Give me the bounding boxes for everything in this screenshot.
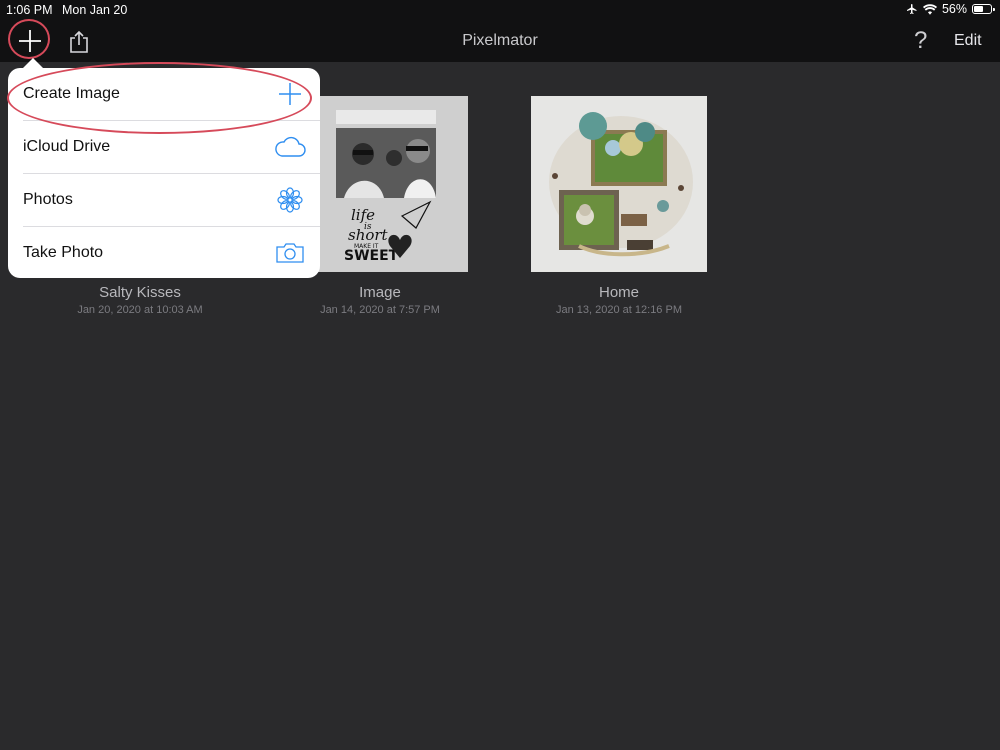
status-time: 1:06 PM bbox=[6, 3, 53, 17]
menu-item-photos[interactable]: Photos bbox=[8, 174, 320, 226]
status-date: Mon Jan 20 bbox=[62, 3, 128, 17]
annotation-ellipse bbox=[7, 62, 312, 134]
status-bar: 1:06 PM Mon Jan 20 56% bbox=[0, 0, 1000, 20]
edit-button[interactable]: Edit bbox=[954, 32, 982, 50]
page-title: Pixelmator bbox=[462, 32, 538, 49]
wifi-icon bbox=[922, 3, 937, 15]
thumb-text-short: short bbox=[348, 226, 389, 244]
menu-item-label: iCloud Drive bbox=[23, 138, 111, 155]
document-date: Jan 14, 2020 at 7:57 PM bbox=[320, 304, 440, 316]
help-button[interactable]: ? bbox=[914, 27, 927, 55]
photos-flower-icon bbox=[274, 187, 306, 213]
battery-icon bbox=[972, 4, 995, 14]
document-date: Jan 20, 2020 at 10:03 AM bbox=[77, 304, 203, 316]
menu-item-label: Take Photo bbox=[23, 244, 104, 261]
annotation-circle bbox=[8, 19, 50, 59]
document-date: Jan 13, 2020 at 12:16 PM bbox=[556, 304, 682, 316]
thumb-text-sweet: SWEET bbox=[344, 248, 399, 264]
document-item[interactable]: Home Jan 13, 2020 at 12:16 PM bbox=[519, 96, 719, 326]
camera-icon bbox=[274, 240, 306, 266]
document-thumbnail bbox=[531, 96, 707, 272]
cloud-icon bbox=[274, 134, 306, 160]
document-name: Home bbox=[598, 284, 639, 301]
document-name: Image bbox=[359, 284, 401, 301]
airplane-icon bbox=[906, 4, 917, 14]
menu-item-take-photo[interactable]: Take Photo bbox=[8, 227, 320, 279]
menu-item-label: Photos bbox=[23, 191, 73, 208]
status-right: 56% bbox=[906, 2, 995, 16]
document-name: Salty Kisses bbox=[99, 284, 181, 301]
nav-bar: Pixelmator ? Edit bbox=[0, 20, 1000, 62]
battery-percent: 56% bbox=[941, 2, 967, 16]
